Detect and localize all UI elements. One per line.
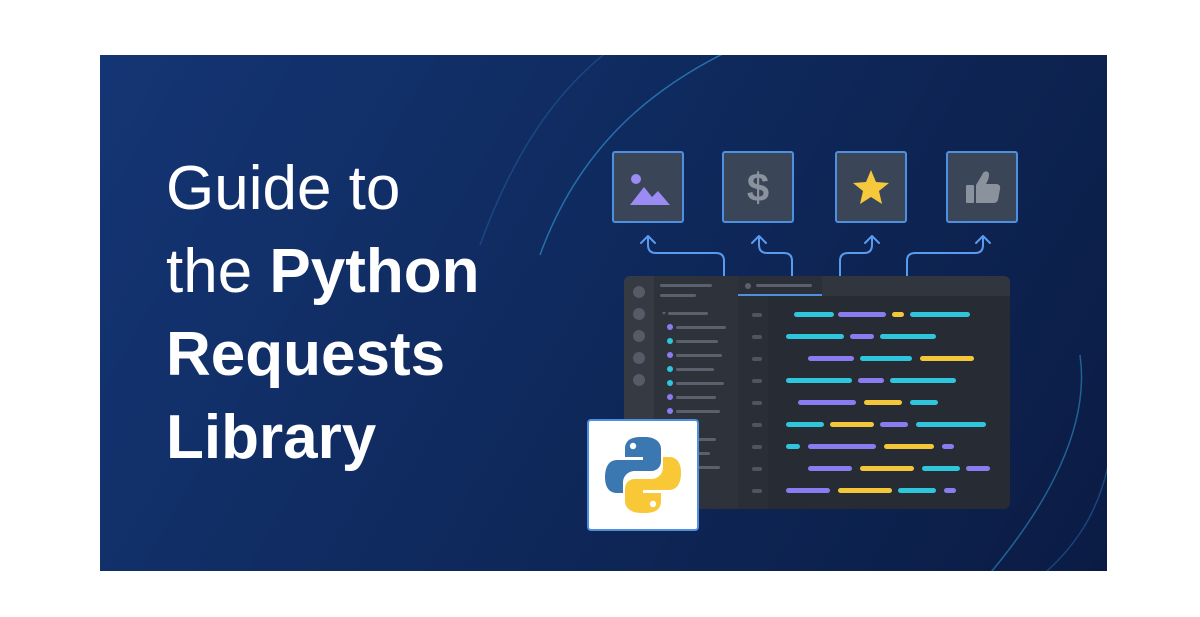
dollar-icon: $ <box>747 166 769 210</box>
star-icon <box>853 170 889 204</box>
image-icon <box>630 174 670 205</box>
python-logo-icon <box>605 437 681 513</box>
image-tile <box>612 151 684 223</box>
python-logo-card <box>587 419 699 531</box>
thumbs-up-tile <box>946 151 1018 223</box>
star-tile <box>835 151 907 223</box>
thumbs-up-icon <box>966 171 1001 203</box>
tab-bar <box>738 276 1010 296</box>
code-lines <box>752 312 990 493</box>
editor-tab <box>738 276 822 296</box>
svg-text:$: $ <box>747 166 769 210</box>
hero-banner: Guide to the Python Requests Library $ <box>100 55 1107 571</box>
dollar-tile: $ <box>722 151 794 223</box>
